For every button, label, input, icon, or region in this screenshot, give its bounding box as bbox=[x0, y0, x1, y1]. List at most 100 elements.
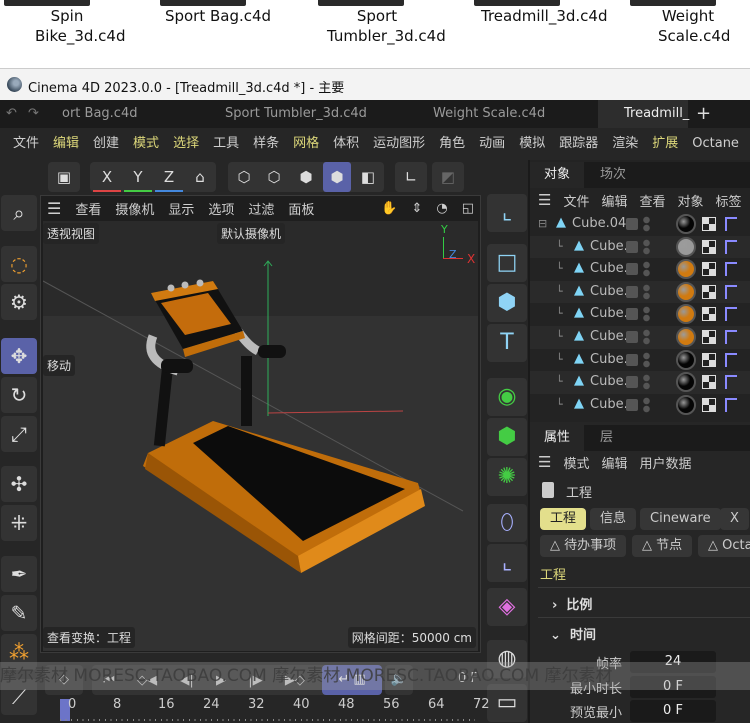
transform-tool-icon[interactable]: ✣ bbox=[1, 466, 37, 502]
live-selection-icon[interactable]: ◌ bbox=[1, 246, 37, 282]
object-row[interactable]: └ ▲ Cube. bbox=[530, 349, 750, 372]
uvw-tag-icon[interactable] bbox=[702, 397, 716, 412]
material-tag-icon[interactable] bbox=[676, 394, 696, 415]
phong-tag-icon[interactable] bbox=[725, 330, 737, 344]
menu-edit[interactable]: 编辑 bbox=[46, 128, 86, 160]
object-row[interactable]: └ ▲ Cube. bbox=[530, 235, 750, 259]
group-time[interactable]: ⌄ 时间 bbox=[550, 624, 596, 643]
hamburger-icon[interactable]: ☰ bbox=[47, 199, 61, 218]
material-tag-icon[interactable] bbox=[676, 372, 696, 393]
object-row[interactable]: ⊟ ▲ Cube.04 bbox=[530, 213, 750, 236]
effector-icon[interactable]: ✺ bbox=[487, 458, 527, 496]
search-icon[interactable]: ⌕ bbox=[1, 195, 37, 231]
edit-icon[interactable] bbox=[626, 398, 638, 411]
cloner-icon[interactable]: ⬢ bbox=[487, 418, 527, 456]
obj-menu-tags[interactable]: 标签 bbox=[716, 191, 742, 210]
material-tag-icon[interactable] bbox=[676, 281, 696, 302]
menu-tools[interactable]: 工具 bbox=[206, 128, 246, 160]
viewport-menu-filter[interactable]: 过滤 bbox=[248, 199, 274, 218]
tab-sport-tumbler[interactable]: Sport Tumbler_3d.c4d bbox=[225, 100, 367, 128]
file-label[interactable]: Sport Bag.c4d bbox=[158, 6, 278, 26]
edit-icon[interactable] bbox=[626, 308, 638, 321]
attr-menu-userdata[interactable]: 用户数据 bbox=[639, 453, 691, 472]
generator-icon[interactable]: ◉ bbox=[487, 378, 527, 416]
uvw-tag-icon[interactable] bbox=[702, 352, 716, 367]
object-row[interactable]: └ ▲ Cube. bbox=[530, 303, 750, 326]
chip-cineware[interactable]: Cineware bbox=[640, 508, 721, 530]
uvw-tag-icon[interactable] bbox=[702, 262, 716, 277]
tab-attributes[interactable]: 属性 bbox=[530, 425, 585, 451]
chip-info[interactable]: 信息 bbox=[590, 508, 637, 530]
visibility-dots-icon[interactable] bbox=[643, 261, 650, 278]
tab-treadmill[interactable]: Treadmill_ bbox=[598, 100, 689, 128]
multi-transform-icon[interactable]: ⁜ bbox=[1, 505, 37, 541]
tree-branch-icon[interactable]: ⊟ bbox=[538, 217, 547, 230]
viewport-menu-display[interactable]: 显示 bbox=[168, 199, 194, 218]
object-row[interactable]: └ ▲ Cube. bbox=[530, 280, 750, 304]
dolly-icon[interactable]: ⇕ bbox=[411, 201, 422, 216]
redo-icon[interactable]: ↷ bbox=[28, 100, 39, 128]
uvw-tag-icon[interactable] bbox=[702, 330, 716, 344]
obj-menu-file[interactable]: 文件 bbox=[563, 191, 589, 210]
object-row[interactable]: └ ▲ Cube. bbox=[530, 326, 750, 349]
null-object-icon[interactable]: ⌞ bbox=[487, 194, 527, 232]
rotate-tool-icon[interactable]: ↻ bbox=[1, 377, 37, 413]
menu-tracker[interactable]: 跟踪器 bbox=[552, 128, 605, 160]
menu-character[interactable]: 角色 bbox=[432, 128, 472, 160]
menu-mograph[interactable]: 运动图形 bbox=[366, 128, 432, 160]
hamburger-icon[interactable]: ☰ bbox=[538, 453, 551, 471]
object-name[interactable]: Cube. bbox=[590, 397, 628, 412]
phong-tag-icon[interactable] bbox=[725, 397, 737, 412]
obj-menu-view[interactable]: 查看 bbox=[639, 191, 665, 210]
preview-min-input[interactable]: 0 F bbox=[630, 700, 716, 722]
undo-icon[interactable]: ↶ bbox=[6, 100, 17, 128]
edit-icon[interactable] bbox=[626, 331, 638, 343]
edit-icon[interactable] bbox=[626, 263, 638, 276]
chip-octane[interactable]: △ Octa bbox=[698, 535, 750, 557]
scale-tool-icon[interactable]: ⤢ bbox=[1, 416, 37, 452]
object-name[interactable]: Cube. bbox=[590, 239, 628, 254]
object-row[interactable]: └ ▲ Cube. bbox=[530, 371, 750, 394]
phong-tag-icon[interactable] bbox=[725, 284, 737, 299]
material-tag-icon[interactable] bbox=[676, 349, 696, 370]
edit-icon[interactable] bbox=[626, 353, 638, 366]
tab-takes[interactable]: 场次 bbox=[586, 162, 640, 188]
material-tag-icon[interactable] bbox=[676, 259, 696, 280]
menu-create[interactable]: 创建 bbox=[86, 128, 126, 160]
attr-menu-mode[interactable]: 模式 bbox=[563, 453, 589, 472]
new-tab-button[interactable]: + bbox=[696, 100, 711, 128]
maximize-view-icon[interactable]: ◱ bbox=[462, 201, 474, 216]
polygons-mode-icon[interactable]: ⬢ bbox=[292, 162, 320, 192]
spline-rectangle-icon[interactable]: □ bbox=[487, 244, 527, 282]
menu-mode[interactable]: 模式 bbox=[126, 128, 166, 160]
material-tag-icon[interactable] bbox=[676, 214, 696, 234]
object-name[interactable]: Cube. bbox=[590, 352, 628, 367]
lock-x-button[interactable]: X bbox=[93, 162, 121, 192]
viewport-menu-panel[interactable]: 面板 bbox=[288, 199, 314, 218]
material-tag-icon[interactable] bbox=[676, 236, 696, 257]
phong-tag-icon[interactable] bbox=[725, 262, 737, 277]
object-name[interactable]: Cube. bbox=[590, 329, 628, 344]
coordinate-system-icon[interactable]: ⌂ bbox=[186, 162, 214, 192]
edit-icon[interactable] bbox=[626, 218, 638, 230]
spline-sketch-icon[interactable]: ✎ bbox=[1, 595, 37, 631]
model-mode-icon[interactable]: ⬢ bbox=[323, 162, 351, 192]
tab-objects[interactable]: 对象 bbox=[530, 162, 585, 188]
pan-hand-icon[interactable]: ✋ bbox=[381, 201, 397, 216]
obj-menu-object[interactable]: 对象 bbox=[678, 191, 704, 210]
visibility-dots-icon[interactable] bbox=[643, 238, 650, 255]
visibility-dots-icon[interactable] bbox=[643, 351, 650, 368]
menu-extensions[interactable]: 扩展 bbox=[645, 128, 685, 160]
menu-octane[interactable]: Octane bbox=[685, 128, 746, 160]
edges-mode-icon[interactable]: ⬡ bbox=[260, 162, 288, 192]
menu-simulate[interactable]: 模拟 bbox=[512, 128, 552, 160]
visibility-dots-icon[interactable] bbox=[643, 283, 650, 300]
attr-menu-edit[interactable]: 编辑 bbox=[601, 453, 627, 472]
menu-render[interactable]: 渲染 bbox=[605, 128, 645, 160]
tab-sport-bag[interactable]: ort Bag.c4d bbox=[62, 100, 137, 128]
lock-z-button[interactable]: Z bbox=[155, 162, 183, 192]
viewport-menu-options[interactable]: 选项 bbox=[208, 199, 234, 218]
file-label[interactable]: Weight Scale.c4d bbox=[628, 6, 748, 46]
phong-tag-icon[interactable] bbox=[725, 239, 737, 254]
object-name[interactable]: Cube. bbox=[590, 261, 628, 276]
